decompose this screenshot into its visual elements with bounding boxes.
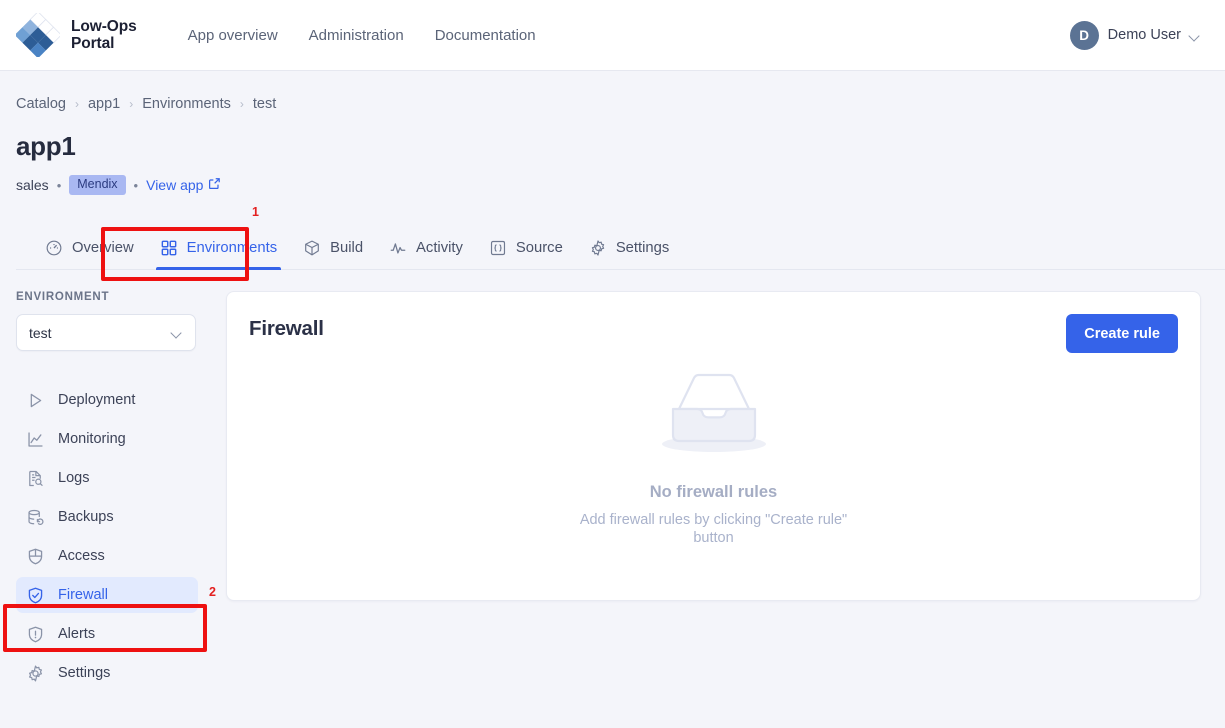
empty-state-subtitle: Add firewall rules by clicking "Create r… [579,512,848,546]
nav-link-documentation[interactable]: Documentation [435,27,536,44]
main-content: Firewall Create rule No firewall rules A… [212,291,1225,694]
tab-label: Source [515,239,563,256]
tab-settings[interactable]: Settings [576,225,682,269]
sidebar-item-label: Backups [58,509,114,525]
shield-alert-icon [26,625,45,644]
meta-dot: • [56,177,62,193]
breadcrumb-separator: › [129,97,134,111]
breadcrumb-item-app1[interactable]: app1 [88,96,120,112]
tab-source[interactable]: Source [476,225,576,269]
document-search-icon [26,469,45,488]
empty-inbox-tray-icon [653,365,775,462]
brand-name: Low-Ops Portal [71,18,137,52]
tab-label: Activity [416,239,463,256]
view-app-label: View app [146,177,204,193]
user-name: Demo User [1107,27,1181,43]
tab-environments[interactable]: Environments [147,225,290,270]
breadcrumb-separator: › [74,97,79,111]
tab-activity[interactable]: Activity [376,225,476,269]
code-braces-icon [489,239,507,257]
shield-icon [26,547,45,566]
sidebar-section-label: ENVIRONMENT [16,291,110,303]
breadcrumb-item-test[interactable]: test [253,96,276,112]
tab-overview[interactable]: Overview [32,225,147,269]
pulse-icon [389,239,407,257]
sidebar-item-label: Monitoring [58,431,126,447]
empty-state-title: No firewall rules [649,483,778,501]
breadcrumb-separator: › [239,97,244,111]
tab-build[interactable]: Build [290,225,376,269]
environment-select[interactable]: test [16,314,196,351]
breadcrumb-item-environments[interactable]: Environments [142,96,231,112]
tab-label: Overview [72,239,134,256]
create-rule-button[interactable]: Create rule [1066,314,1178,353]
environment-select-value: test [29,324,52,341]
app-tab-bar: Overview Environments Build Activity Sou… [16,225,1225,270]
firewall-card: Firewall Create rule No firewall rules A… [226,291,1201,601]
sidebar-item-label: Access [58,548,105,564]
sidebar-item-firewall[interactable]: Firewall [16,577,198,613]
sidebar-item-settings[interactable]: Settings [16,655,198,691]
breadcrumb: Catalog › app1 › Environments › test [16,96,1225,112]
sidebar-item-access[interactable]: Access [16,538,198,574]
sidebar-item-logs[interactable]: Logs [16,460,198,496]
sidebar-item-label: Firewall [58,587,108,603]
brand-name-line2: Portal [71,35,115,52]
gear-icon [26,664,45,683]
page-header: Catalog › app1 › Environments › test app… [0,71,1225,270]
meta-dot: • [133,177,139,193]
tab-label: Settings [615,239,670,256]
breadcrumb-item-catalog[interactable]: Catalog [16,96,66,112]
sidebar-item-label: Alerts [58,626,96,642]
tab-label: Build [330,239,364,256]
sidebar-item-label: Settings [58,665,111,681]
nav-link-app-overview[interactable]: App overview [188,27,278,44]
database-refresh-icon [26,508,45,527]
sidebar-item-backups[interactable]: Backups [16,499,198,535]
sidebar-item-label: Logs [58,470,90,486]
user-menu[interactable]: D Demo User [1069,20,1201,50]
sidebar-menu: Deployment Monitoring Logs Backups Acces… [16,382,212,691]
card-title: Firewall [249,317,324,340]
gear-icon [589,239,607,257]
sidebar-item-deployment[interactable]: Deployment [16,382,198,418]
chevron-down-icon [172,329,183,336]
diamond-grid-logo-icon [14,11,62,59]
page-title: app1 [16,131,76,161]
environment-sidebar: ENVIRONMENT test Deployment Monitoring L… [0,291,212,694]
play-triangle-icon [26,391,45,410]
top-navigation-bar: Low-Ops Portal App overview Administrati… [0,0,1225,71]
nav-link-administration[interactable]: Administration [309,27,404,44]
primary-nav-links: App overview Administration Documentatio… [188,27,536,44]
sidebar-item-monitoring[interactable]: Monitoring [16,421,198,457]
avatar: D [1069,20,1099,50]
app-meta-row: sales • Mendix • View app [16,175,1225,195]
grid-icon [160,239,178,257]
box-icon [303,239,321,257]
brand-logo[interactable]: Low-Ops Portal [14,11,137,59]
view-app-link[interactable]: View app [146,177,221,193]
chevron-down-icon [1190,32,1201,39]
app-owner: sales [16,177,49,193]
sidebar-item-label: Deployment [58,392,136,408]
line-chart-icon [26,430,45,449]
tab-label: Environments [186,239,278,256]
platform-badge: Mendix [69,175,126,195]
shield-check-icon [26,586,45,605]
gauge-icon [45,239,63,257]
sidebar-item-alerts[interactable]: Alerts [16,616,198,652]
brand-name-line1: Low-Ops [71,18,137,35]
empty-state: No firewall rules Add firewall rules by … [249,365,1178,547]
external-link-icon [208,177,221,193]
page-body: ENVIRONMENT test Deployment Monitoring L… [0,270,1225,694]
card-header: Firewall Create rule [249,314,1178,353]
